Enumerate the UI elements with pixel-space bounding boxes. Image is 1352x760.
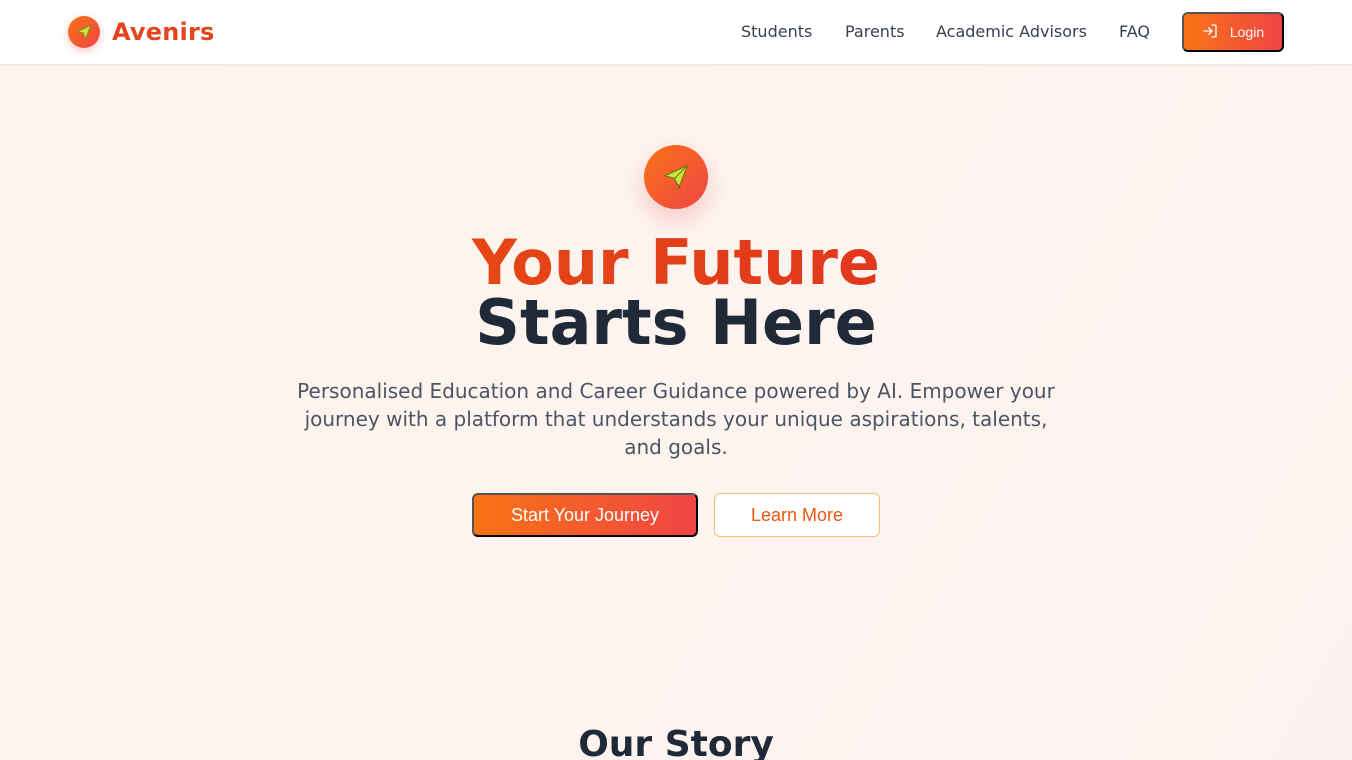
hero-title-line2: Starts Here [475, 286, 877, 359]
paper-plane-icon [644, 145, 708, 209]
start-journey-button[interactable]: Start Your Journey [472, 493, 698, 537]
brand-name: Avenirs [112, 18, 215, 46]
login-arrow-icon [1202, 23, 1218, 42]
our-story-title: Our Story [578, 724, 774, 760]
nav-link-faq[interactable]: FAQ [1119, 22, 1150, 41]
navbar: Avenirs Students Parents Academic Adviso… [0, 0, 1352, 65]
learn-more-button[interactable]: Learn More [714, 493, 880, 537]
login-label: Login [1229, 24, 1265, 40]
hero-subtitle: Personalised Education and Career Guidan… [297, 379, 1055, 459]
nav-link-academic-advisors[interactable]: Academic Advisors [936, 22, 1087, 41]
nav-link-students[interactable]: Students [741, 22, 812, 41]
brand[interactable]: Avenirs [68, 16, 214, 48]
login-button[interactable]: Login [1182, 12, 1284, 52]
nav-link-parents[interactable]: Parents [845, 22, 905, 41]
paper-plane-icon [68, 16, 100, 48]
